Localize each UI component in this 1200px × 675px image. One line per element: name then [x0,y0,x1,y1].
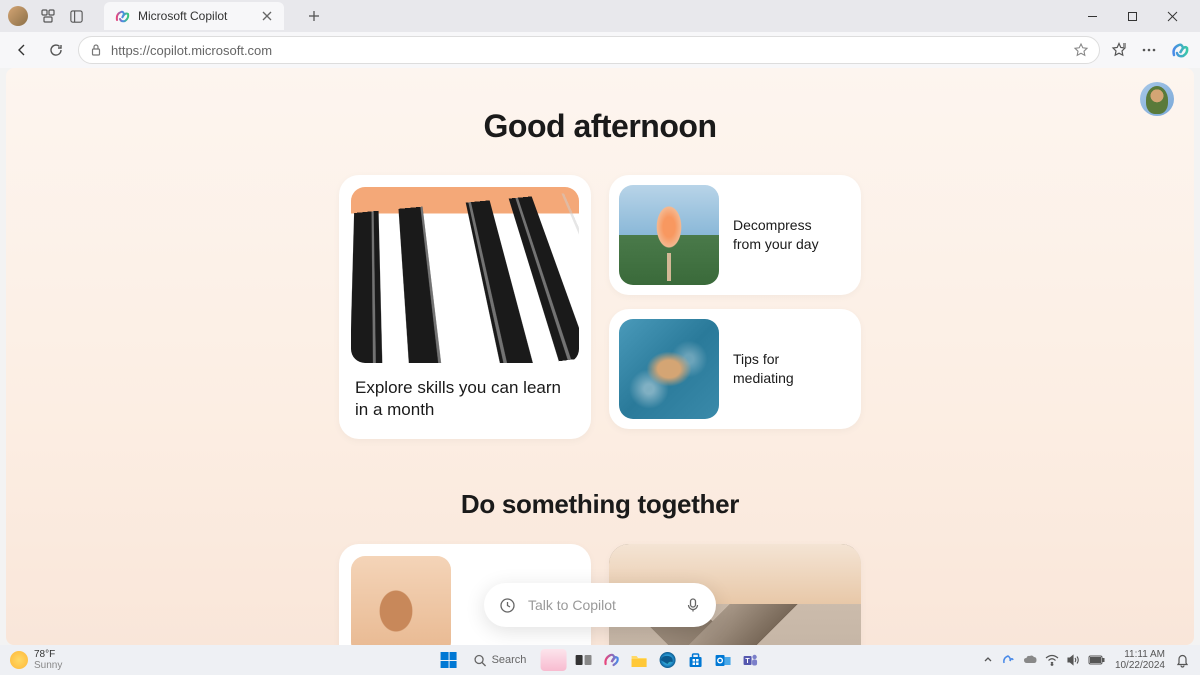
taskbar-search[interactable]: Search [466,652,535,669]
teams-icon[interactable]: T [740,649,762,671]
card-title: Explore skills you can learn in a month [351,377,579,427]
taskbar-app-1[interactable] [540,649,566,671]
maximize-button[interactable] [1112,0,1152,32]
lock-icon [89,43,103,57]
close-window-button[interactable] [1152,0,1192,32]
menu-icon[interactable] [1140,41,1158,59]
edge-icon[interactable] [656,649,678,671]
battery-icon[interactable] [1088,655,1105,665]
tab-title: Microsoft Copilot [138,9,252,23]
copilot-favicon-icon [114,8,130,24]
workspaces-icon[interactable] [40,8,56,24]
history-icon[interactable] [498,596,516,614]
address-bar: https://copilot.microsoft.com [0,32,1200,68]
piano-image [351,187,579,363]
wifi-icon[interactable] [1045,654,1059,666]
file-explorer-icon[interactable] [628,649,650,671]
window-titlebar: Microsoft Copilot [0,0,1200,32]
favorite-star-icon[interactable] [1073,42,1089,58]
toolbar-right [1110,40,1190,60]
search-icon [474,654,487,667]
url-input[interactable]: https://copilot.microsoft.com [78,36,1100,64]
start-button[interactable] [438,649,460,671]
taskbar-center: Search T [438,649,763,671]
profile-avatar-icon[interactable] [8,6,28,26]
outlook-icon[interactable] [712,649,734,671]
card-decompress[interactable]: Decompress from your day [609,175,861,295]
url-text: https://copilot.microsoft.com [111,43,1065,58]
stretch-image [351,556,451,645]
store-icon[interactable] [684,649,706,671]
close-tab-icon[interactable] [260,9,274,23]
microphone-icon[interactable] [684,596,702,614]
tab-actions-icon[interactable] [68,8,84,24]
weather-text: 78°F Sunny [34,649,62,671]
refresh-button[interactable] [44,38,68,62]
new-tab-button[interactable] [300,2,328,30]
card-explore-skills[interactable]: Explore skills you can learn in a month [339,175,591,439]
weather-widget[interactable]: 78°F Sunny [10,649,62,671]
section-heading: Do something together [6,489,1194,520]
popsicle-image [619,185,719,285]
notifications-icon[interactable] [1175,653,1190,668]
back-button[interactable] [10,38,34,62]
task-view-icon[interactable] [572,649,594,671]
card-title: Decompress from your day [733,216,851,254]
card-title: Tips for mediating [733,350,851,388]
water-image [619,319,719,419]
suggestion-cards-row: Explore skills you can learn in a month … [6,175,1194,439]
svg-text:T: T [746,658,751,665]
copilot-taskbar-icon[interactable] [600,649,622,671]
card-mediating[interactable]: Tips for mediating [609,309,861,429]
tray-chevron-icon[interactable] [983,655,993,665]
browser-tab[interactable]: Microsoft Copilot [104,2,284,30]
sun-icon [10,651,28,669]
onedrive-icon[interactable] [1023,654,1037,666]
taskbar: 78°F Sunny Search T 11:11 AM 10/22/2024 [0,645,1200,675]
system-tray: 11:11 AM 10/22/2024 [983,649,1190,672]
clock[interactable]: 11:11 AM 10/22/2024 [1115,649,1165,672]
copilot-toolbar-icon[interactable] [1170,40,1190,60]
favorites-icon[interactable] [1110,41,1128,59]
minimize-button[interactable] [1072,0,1112,32]
volume-icon[interactable] [1067,654,1080,666]
tray-copilot-icon[interactable] [1001,653,1015,667]
page-content: Good afternoon Explore skills you can le… [6,68,1194,645]
chat-input[interactable]: Talk to Copilot [484,583,716,627]
window-controls [1072,0,1192,32]
greeting-heading: Good afternoon [6,108,1194,145]
chat-placeholder: Talk to Copilot [528,597,672,613]
user-avatar[interactable] [1140,82,1174,116]
small-cards-column: Decompress from your day Tips for mediat… [609,175,861,439]
titlebar-left: Microsoft Copilot [8,2,328,30]
